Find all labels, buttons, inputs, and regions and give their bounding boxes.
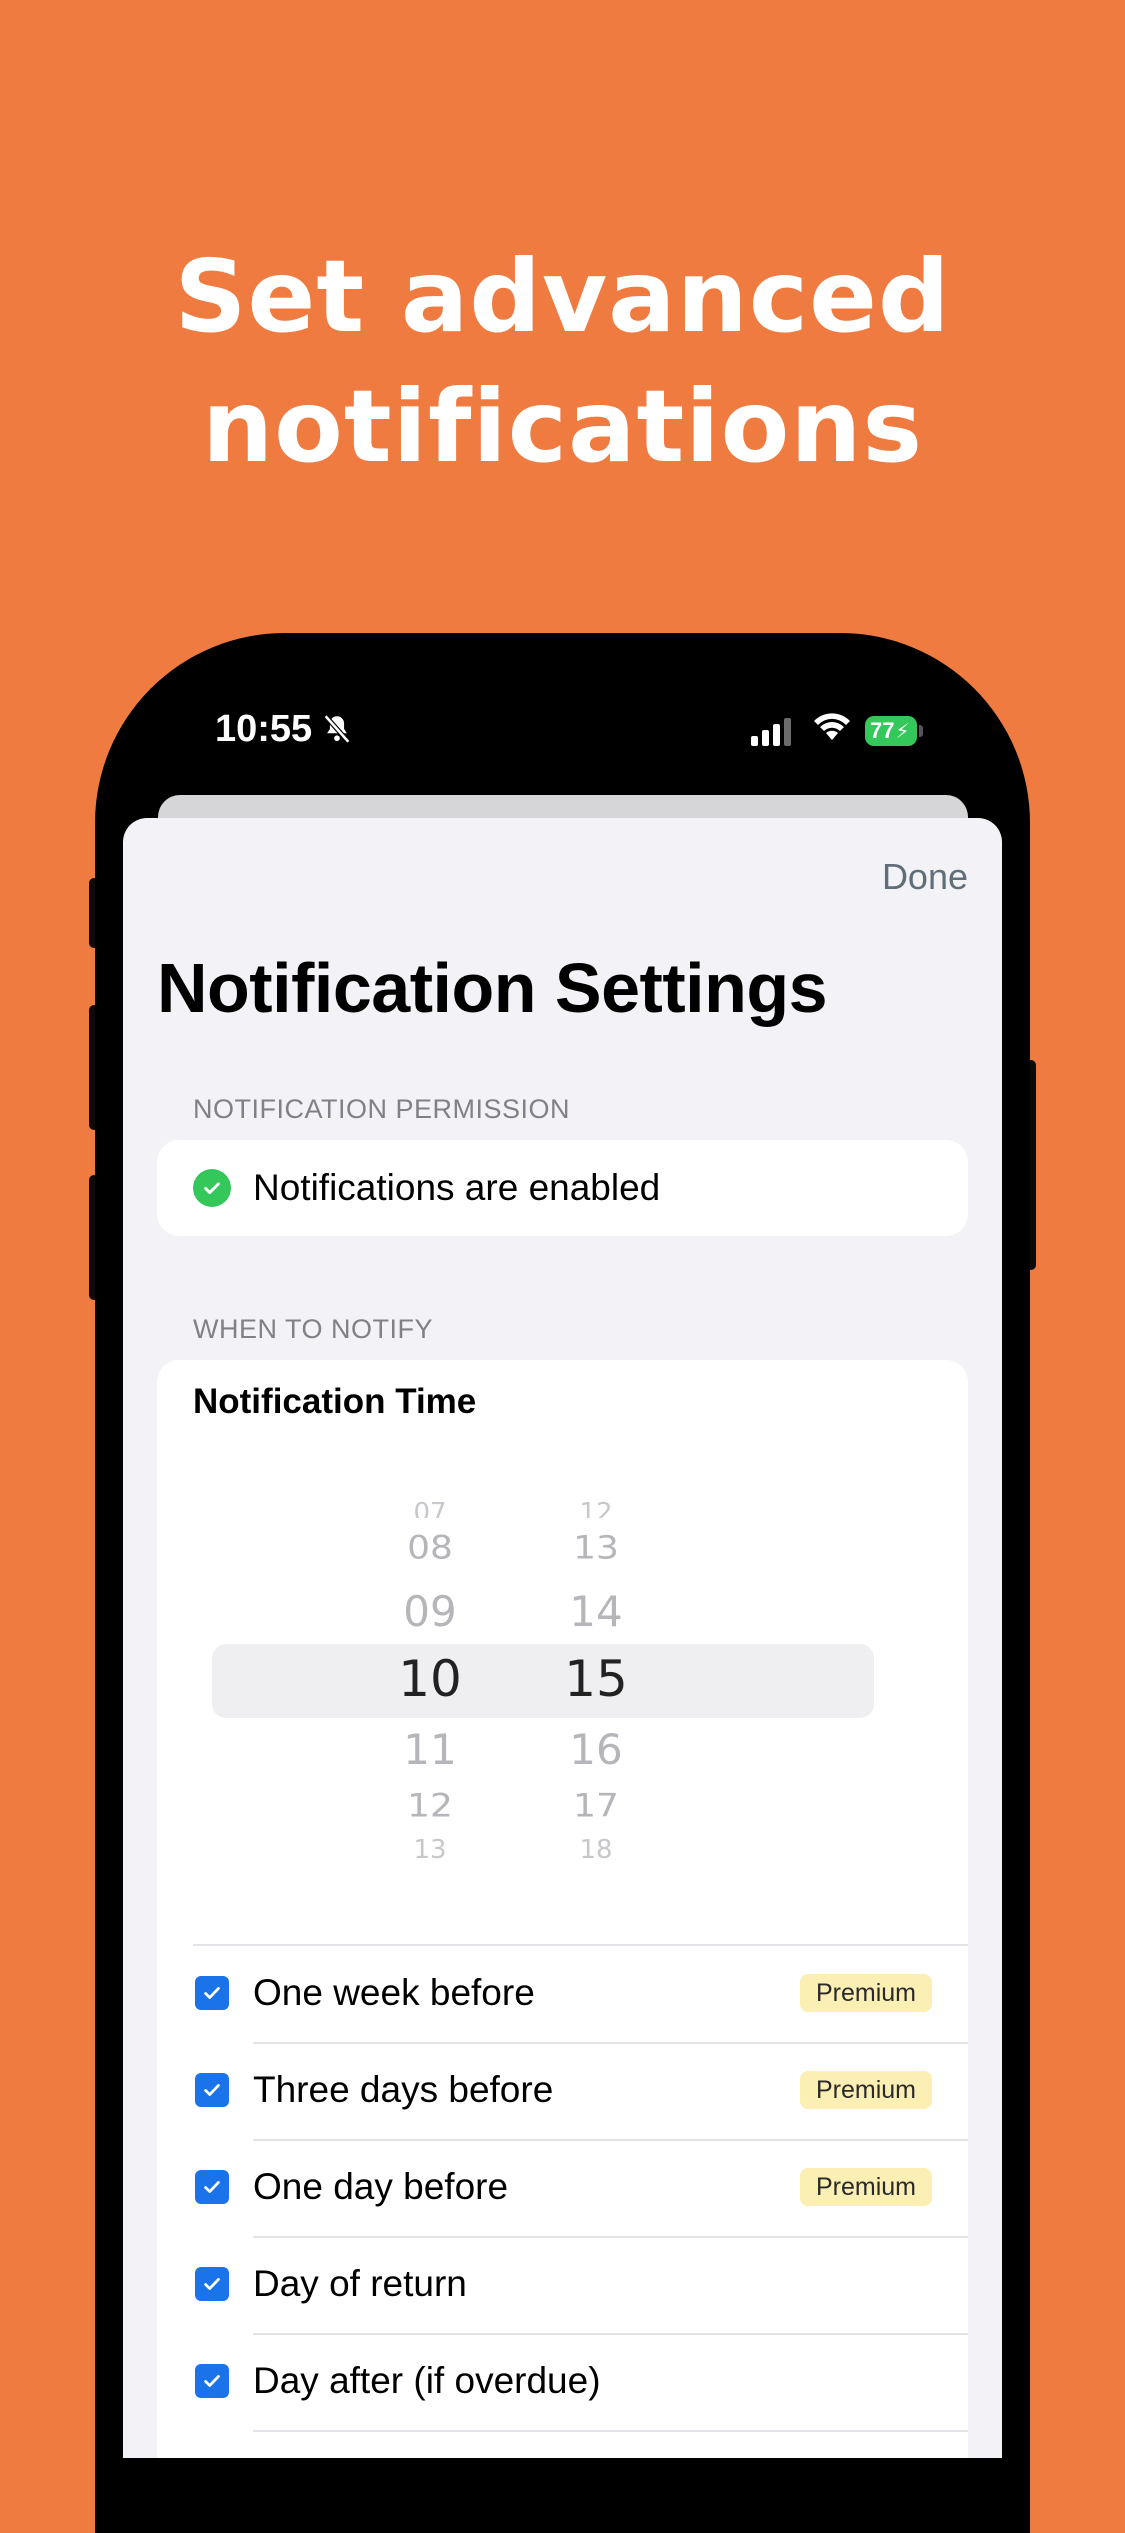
- option-label: One day before: [253, 2166, 509, 2207]
- option-row-one-day[interactable]: One day before Premium: [157, 2140, 968, 2236]
- minute-option[interactable]: 16: [536, 1725, 656, 1774]
- hour-option[interactable]: 08: [370, 1530, 490, 1566]
- notification-time-label: Notification Time: [193, 1382, 477, 1421]
- checkbox-checked-icon[interactable]: [195, 1976, 229, 2010]
- premium-badge: Premium: [799, 2071, 932, 2109]
- option-row-day-after[interactable]: Day after (if overdue): [157, 2334, 968, 2430]
- headline-line-1: Set advanced: [174, 238, 951, 355]
- wifi-icon: [814, 713, 850, 740]
- checkbox-checked-icon[interactable]: [195, 2364, 229, 2398]
- headline: Set advanced notifications: [0, 232, 1125, 492]
- option-label: Day after (if overdue): [253, 2360, 601, 2401]
- when-section-header: WHEN TO NOTIFY: [193, 1314, 434, 1344]
- cellular-signal-icon: [751, 718, 791, 746]
- premium-badge: Premium: [799, 2168, 932, 2206]
- hour-option[interactable]: 07: [370, 1496, 490, 1518]
- checkbox-checked-icon[interactable]: [195, 2073, 229, 2107]
- page-title: Notification Settings: [157, 949, 828, 1027]
- divider: [253, 2430, 968, 2432]
- permission-card: Notifications are enabled: [157, 1140, 968, 1236]
- minute-option[interactable]: 18: [536, 1836, 656, 1860]
- minute-option[interactable]: 17: [536, 1788, 656, 1824]
- permission-status-row: Notifications are enabled: [157, 1140, 968, 1236]
- status-time: 10:55: [215, 708, 313, 750]
- bell-slash-icon: [323, 714, 351, 744]
- battery-indicator: 77 ⚡: [865, 716, 917, 746]
- option-row-three-days[interactable]: Three days before Premium: [157, 2043, 968, 2139]
- minute-option-selected[interactable]: 15: [536, 1650, 656, 1708]
- hour-option[interactable]: 12: [370, 1788, 490, 1824]
- minute-option[interactable]: 14: [536, 1587, 656, 1636]
- checkmark-circle-icon: [193, 1169, 231, 1207]
- permission-section-header: NOTIFICATION PERMISSION: [193, 1094, 571, 1124]
- minute-option[interactable]: 13: [536, 1530, 656, 1566]
- minute-option[interactable]: 12: [536, 1496, 656, 1518]
- hour-option[interactable]: 09: [370, 1587, 490, 1636]
- status-bar: 10:55 77 ⚡: [95, 700, 1030, 760]
- headline-line-2: notifications: [201, 368, 923, 485]
- option-row-day-of-return[interactable]: Day of return: [157, 2237, 968, 2333]
- option-row-one-week[interactable]: One week before Premium: [157, 1946, 968, 2042]
- permission-status-text: Notifications are enabled: [253, 1167, 661, 1208]
- hour-option[interactable]: 11: [370, 1725, 490, 1774]
- battery-level: 77: [870, 718, 895, 743]
- when-to-notify-card: Notification Time 07 08 09 10 11 12 13 1…: [157, 1360, 968, 2458]
- notification-settings-sheet: Done Notification Settings NOTIFICATION …: [123, 818, 1002, 2458]
- done-button[interactable]: Done: [882, 856, 968, 898]
- battery-cap: [919, 725, 923, 737]
- option-label: One week before: [253, 1972, 535, 2013]
- hour-option[interactable]: 13: [370, 1836, 490, 1860]
- checkbox-checked-icon[interactable]: [195, 2267, 229, 2301]
- option-label: Three days before: [253, 2069, 554, 2110]
- checkbox-checked-icon[interactable]: [195, 2170, 229, 2204]
- hour-option-selected[interactable]: 10: [370, 1650, 490, 1708]
- option-label: Day of return: [253, 2263, 467, 2304]
- premium-badge: Premium: [799, 1974, 932, 2012]
- charging-bolt-icon: ⚡: [895, 720, 910, 743]
